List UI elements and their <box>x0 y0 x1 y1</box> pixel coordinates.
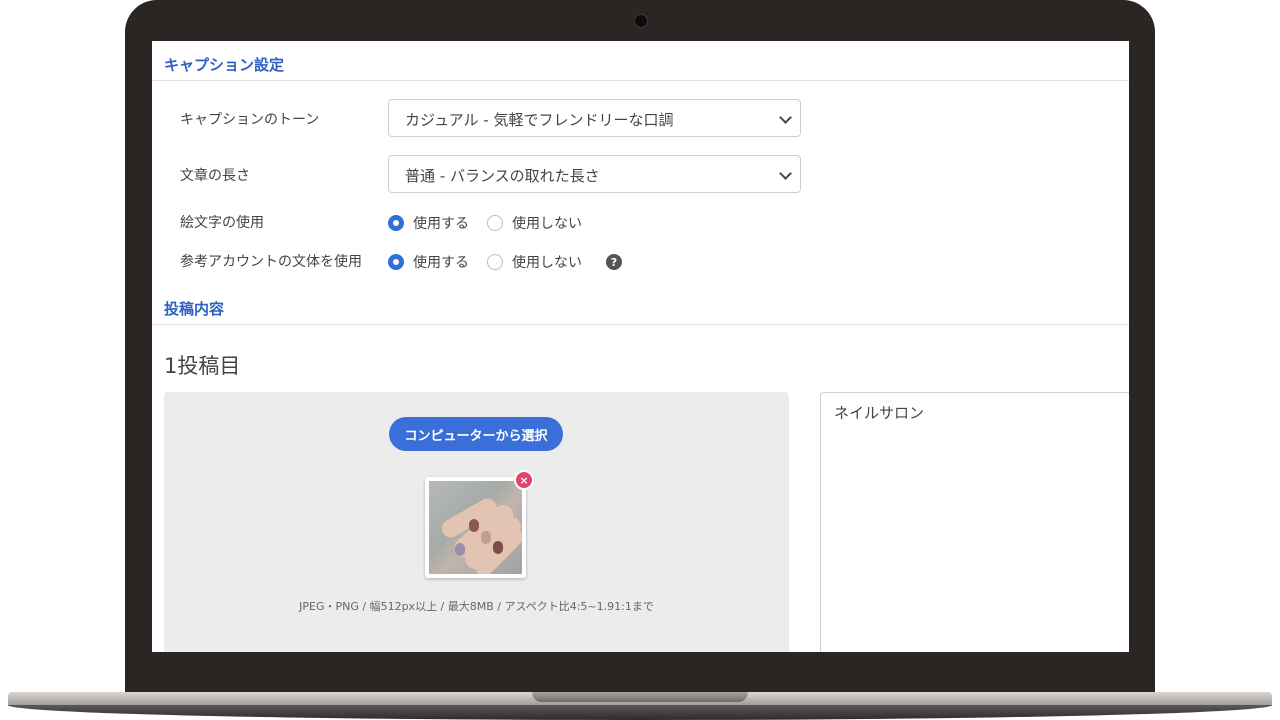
reference-style-radio-no[interactable]: 使用しない <box>487 252 582 272</box>
length-select[interactable]: 普通 - バランスの取れた長さ <box>388 155 801 193</box>
reference-style-radio-group: 使用する 使用しない ? <box>388 252 622 272</box>
question-circle-icon[interactable]: ? <box>606 254 622 270</box>
post-heading: 1投稿目 <box>164 354 241 378</box>
radio-label: 使用しない <box>512 216 582 232</box>
close-icon: × <box>519 473 529 487</box>
length-select-value: 普通 - バランスの取れた長さ <box>405 167 600 185</box>
tone-label: キャプションのトーン <box>180 112 320 128</box>
radio-unchecked-icon <box>487 215 503 231</box>
nail-photo <box>429 481 522 574</box>
tone-select[interactable]: カジュアル - 気軽でフレンドリーな口調 <box>388 99 801 137</box>
section-divider <box>152 80 1129 81</box>
reference-style-radio-yes[interactable]: 使用する <box>388 252 469 272</box>
radio-checked-icon <box>388 254 404 270</box>
length-label: 文章の長さ <box>180 168 250 184</box>
laptop-notch <box>532 692 748 702</box>
reference-style-label: 参考アカウントの文体を使用 <box>180 254 362 270</box>
chevron-down-icon <box>779 111 792 124</box>
caption-settings-title: キャプション設定 <box>164 56 285 74</box>
camera-icon <box>634 14 648 28</box>
radio-label: 使用する <box>413 216 469 232</box>
radio-unchecked-icon <box>487 254 503 270</box>
tone-select-value: カジュアル - 気軽でフレンドリーな口調 <box>405 111 674 129</box>
laptop-base-edge <box>8 705 1272 720</box>
emoji-radio-group: 使用する 使用しない <box>388 213 600 233</box>
image-thumbnail <box>425 477 526 578</box>
emoji-label: 絵文字の使用 <box>180 215 264 231</box>
post-content-title: 投稿内容 <box>164 300 225 318</box>
screen: キャプション設定 キャプションのトーン カジュアル - 気軽でフレンドリーな口調… <box>152 41 1129 652</box>
section-divider <box>152 324 1129 325</box>
emoji-radio-yes[interactable]: 使用する <box>388 213 469 233</box>
remove-image-button[interactable]: × <box>514 470 534 490</box>
upload-hint: JPEG・PNG / 幅512px以上 / 最大8MB / アスペクト比4:5~… <box>299 600 654 613</box>
post-text-value: ネイルサロン <box>834 404 925 422</box>
post-text-area[interactable]: ネイルサロン <box>820 392 1129 652</box>
emoji-radio-no[interactable]: 使用しない <box>487 213 582 233</box>
radio-label: 使用する <box>413 255 469 271</box>
image-dropzone[interactable]: コンピューターから選択 × JPEG・PNG / 幅512px以上 / 最大8M… <box>164 392 789 652</box>
choose-from-computer-button[interactable]: コンピューターから選択 <box>389 417 563 451</box>
radio-checked-icon <box>388 215 404 231</box>
chevron-down-icon <box>779 167 792 180</box>
radio-label: 使用しない <box>512 255 582 271</box>
